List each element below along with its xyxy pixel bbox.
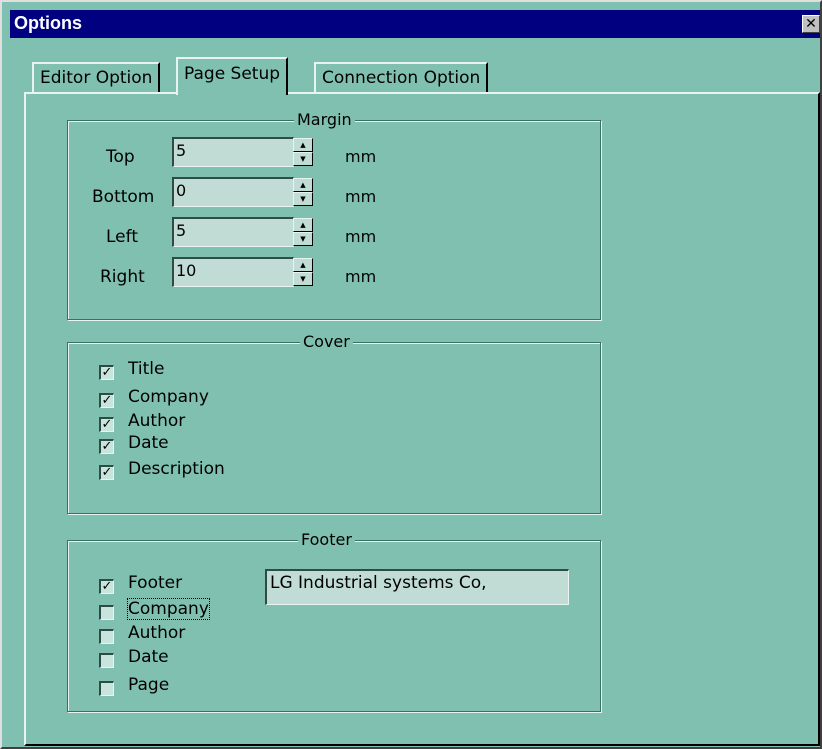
tab-label: Connection Option — [322, 68, 481, 88]
footer-page-checkbox[interactable] — [99, 681, 114, 696]
page-setup-panel: Margin Top 5 ▲ ▼ mm Bottom 0 ▲ ▼ mm Left… — [24, 92, 820, 746]
cover-company-label: Company — [128, 387, 209, 407]
cover-author-checkbox[interactable]: ✓ — [99, 417, 114, 432]
bottom-margin-input[interactable]: 0 — [172, 177, 294, 207]
top-margin-input[interactable]: 5 — [172, 137, 294, 167]
margin-group-label: Margin — [294, 110, 355, 130]
cover-group-label: Cover — [300, 332, 353, 352]
footer-date-label: Date — [128, 647, 169, 667]
tab-label: Editor Option — [40, 68, 153, 88]
arrow-down-icon[interactable]: ▼ — [293, 152, 313, 166]
footer-group: Footer ✓ Footer Company Author Date Page… — [67, 530, 601, 712]
close-icon: ✕ — [805, 16, 817, 32]
footer-footer-label: Footer — [128, 573, 183, 593]
footer-author-label: Author — [128, 623, 186, 643]
top-label: Top — [106, 147, 135, 167]
tab-editor-option[interactable]: Editor Option — [32, 62, 161, 94]
tab-connection-option[interactable]: Connection Option — [314, 62, 489, 94]
footer-company-checkbox[interactable] — [99, 605, 114, 620]
cover-description-checkbox[interactable]: ✓ — [99, 465, 114, 480]
arrow-down-icon[interactable]: ▼ — [293, 232, 313, 246]
cover-group: Cover ✓ Title ✓ Company ✓ Author ✓ Date … — [67, 332, 601, 514]
left-unit: mm — [345, 227, 377, 246]
arrow-down-icon[interactable]: ▼ — [293, 272, 313, 286]
top-margin-spinner: ▲ ▼ — [293, 138, 313, 166]
footer-date-checkbox[interactable] — [99, 653, 114, 668]
cover-description-label: Description — [128, 459, 225, 479]
cover-date-label: Date — [128, 433, 169, 453]
footer-group-label: Footer — [298, 530, 355, 550]
cover-company-checkbox[interactable]: ✓ — [99, 393, 114, 408]
tab-page-setup[interactable]: Page Setup — [176, 57, 289, 95]
right-margin-spinner: ▲ ▼ — [293, 258, 313, 286]
tab-label: Page Setup — [184, 64, 281, 84]
arrow-up-icon[interactable]: ▲ — [293, 258, 313, 272]
left-label: Left — [106, 227, 138, 247]
cover-title-checkbox[interactable]: ✓ — [99, 365, 114, 380]
left-margin-spinner: ▲ ▼ — [293, 218, 313, 246]
arrow-up-icon[interactable]: ▲ — [293, 178, 313, 192]
bottom-margin-spinner: ▲ ▼ — [293, 178, 313, 206]
cover-author-label: Author — [128, 411, 186, 431]
window-title: Options — [14, 13, 82, 33]
footer-text-input[interactable]: LG Industrial systems Co, — [265, 569, 569, 605]
bottom-unit: mm — [345, 187, 377, 206]
options-dialog: Options ✕ Editor Option Page Setup Conne… — [0, 0, 822, 749]
margin-group: Margin Top 5 ▲ ▼ mm Bottom 0 ▲ ▼ mm Left… — [67, 110, 601, 320]
footer-author-checkbox[interactable] — [99, 629, 114, 644]
arrow-up-icon[interactable]: ▲ — [293, 138, 313, 152]
right-margin-input[interactable]: 10 — [172, 257, 294, 287]
footer-footer-checkbox[interactable]: ✓ — [99, 579, 114, 594]
bottom-label: Bottom — [92, 187, 155, 207]
top-unit: mm — [345, 147, 377, 166]
right-unit: mm — [345, 267, 377, 286]
close-button[interactable]: ✕ — [802, 15, 820, 33]
cover-title-label: Title — [128, 359, 165, 379]
left-margin-input[interactable]: 5 — [172, 217, 294, 247]
cover-date-checkbox[interactable]: ✓ — [99, 439, 114, 454]
footer-company-label: Company — [127, 598, 210, 620]
footer-page-label: Page — [128, 675, 170, 695]
arrow-down-icon[interactable]: ▼ — [293, 192, 313, 206]
title-bar[interactable]: Options ✕ — [10, 10, 820, 38]
right-label: Right — [100, 267, 145, 287]
arrow-up-icon[interactable]: ▲ — [293, 218, 313, 232]
